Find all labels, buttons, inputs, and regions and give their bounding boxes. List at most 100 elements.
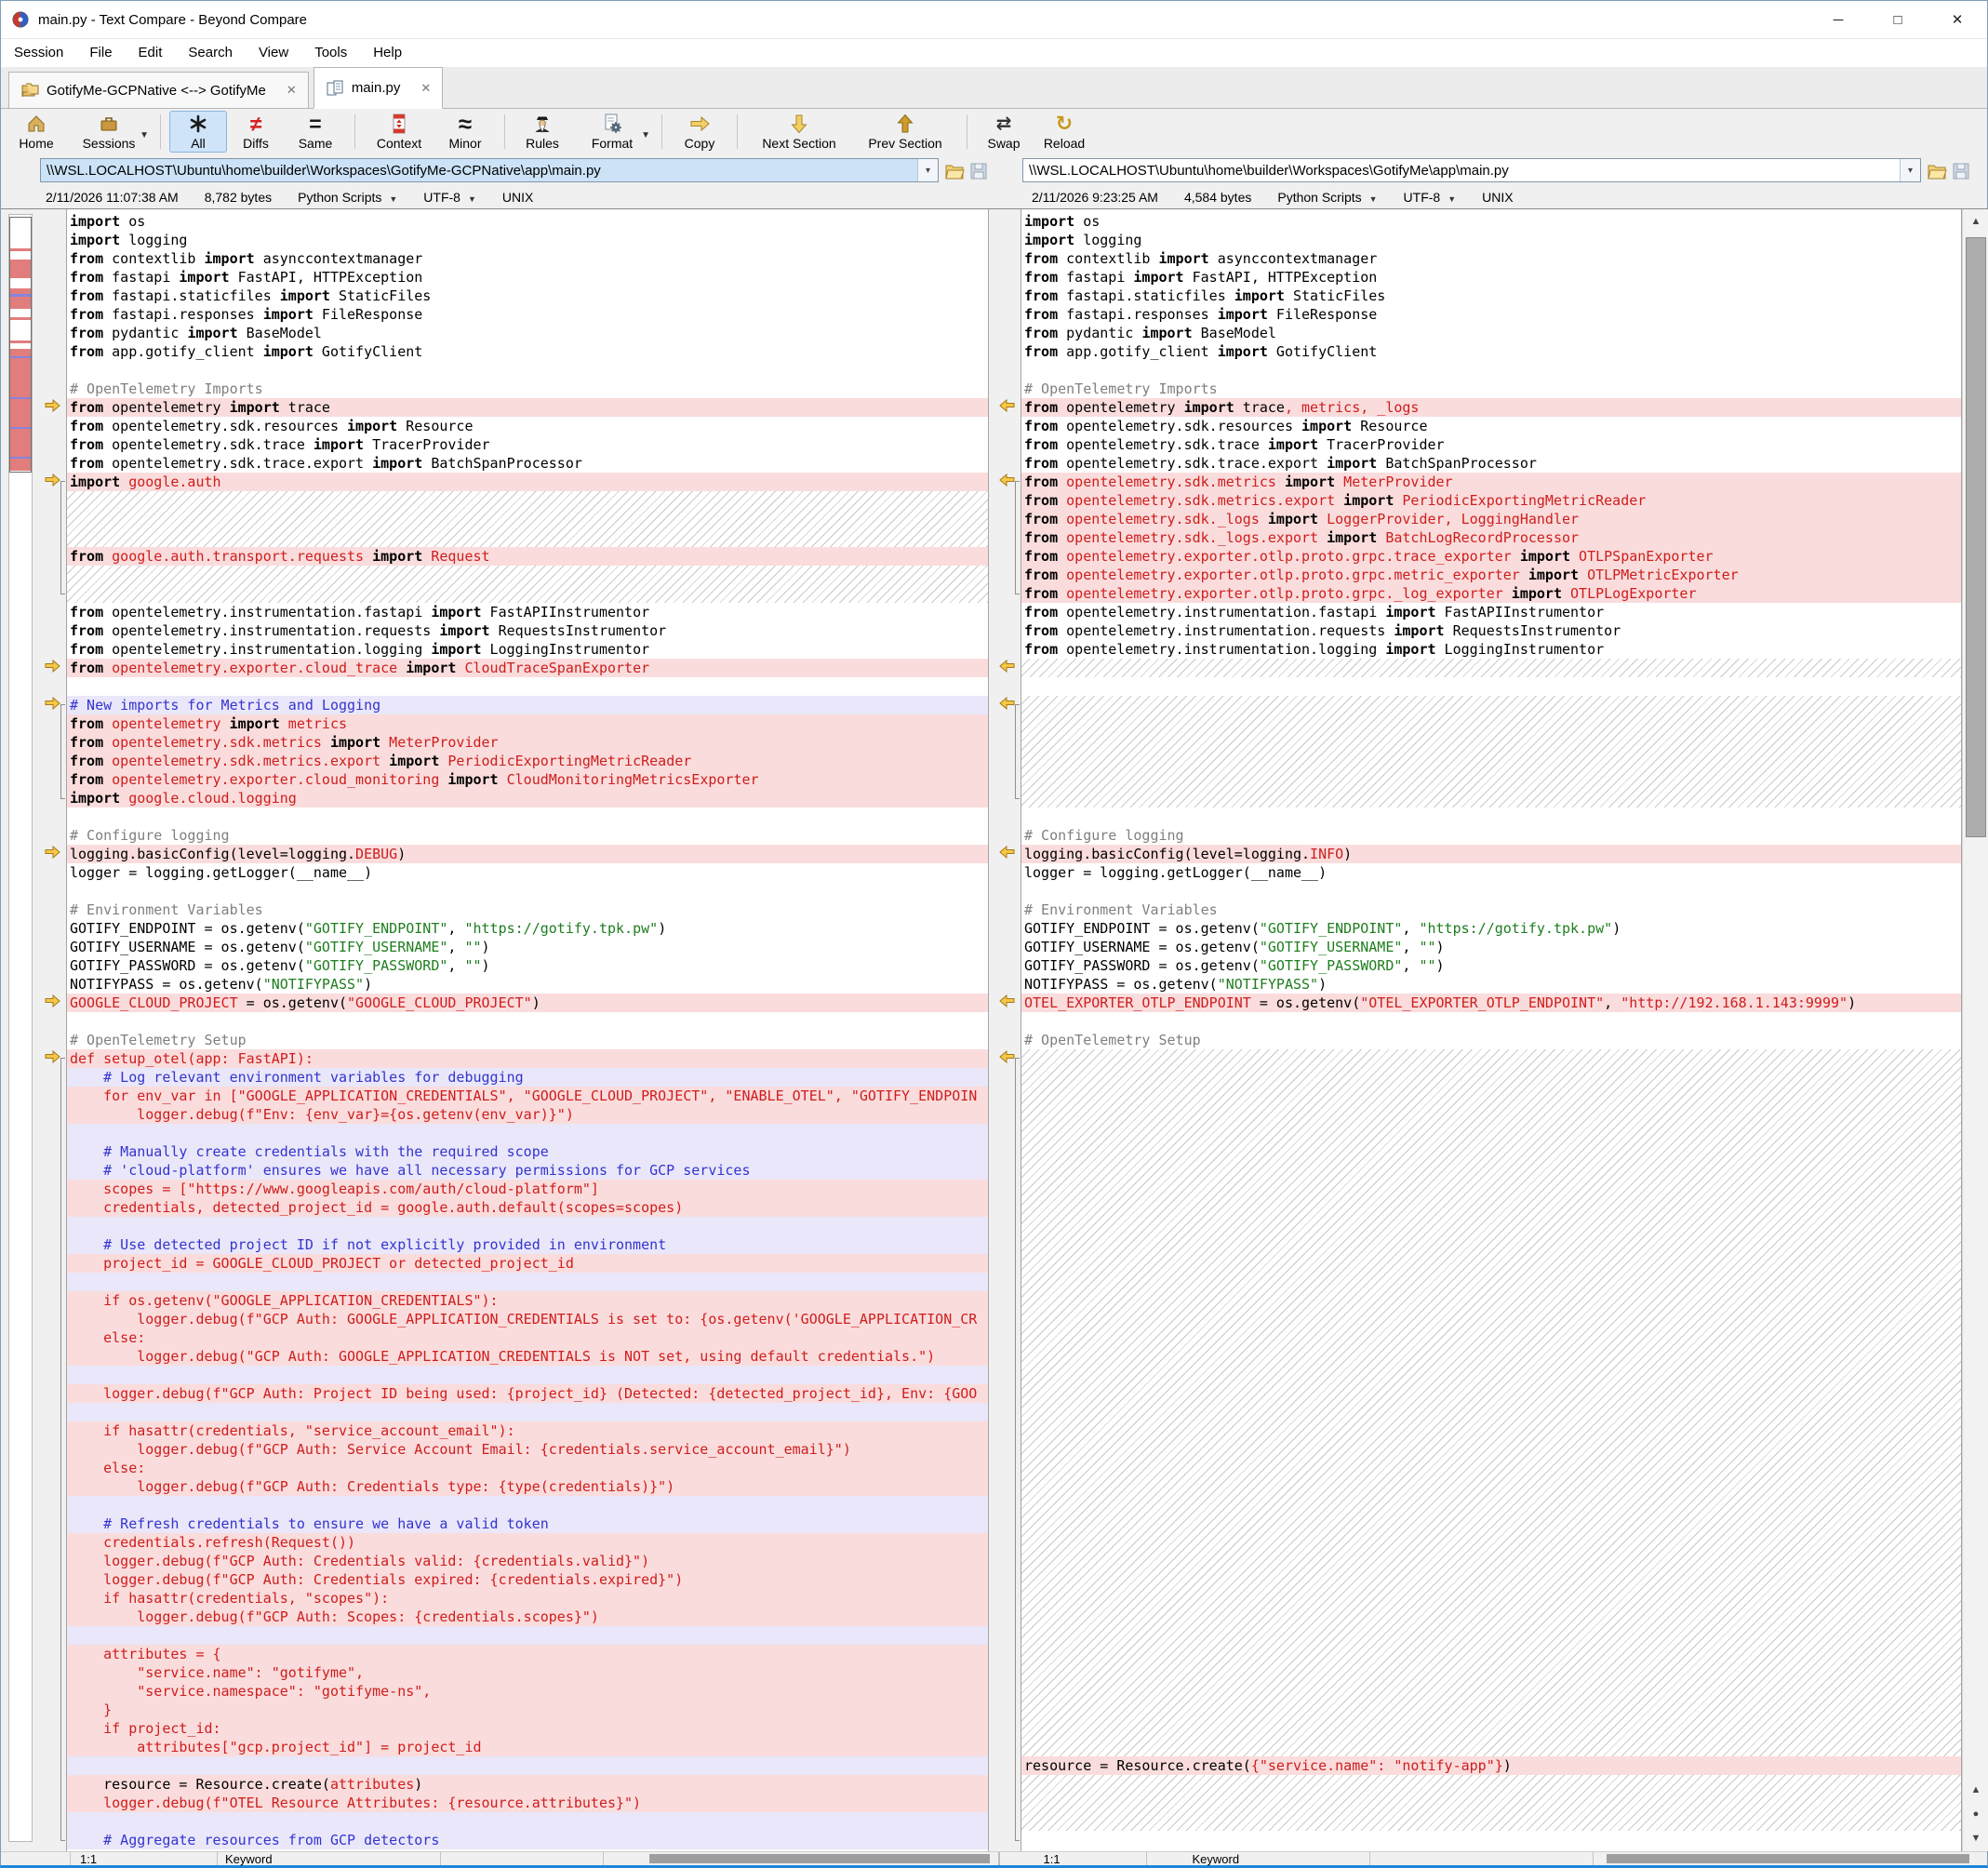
code-line[interactable]: from opentelemetry import trace xyxy=(67,398,988,417)
code-line[interactable]: from opentelemetry.sdk.trace import Trac… xyxy=(1021,435,1961,454)
tab-close-icon[interactable]: ✕ xyxy=(420,81,431,96)
code-line[interactable]: logger = logging.getLogger(__name__) xyxy=(1021,863,1961,882)
code-line[interactable]: attributes["gcp.project_id"] = project_i… xyxy=(67,1738,988,1756)
code-line[interactable]: logger.debug(f"GCP Auth: Credentials exp… xyxy=(67,1570,988,1589)
center-difference-icon[interactable]: ● xyxy=(1963,1802,1988,1826)
code-line[interactable] xyxy=(67,807,988,826)
code-line[interactable]: from opentelemetry.sdk.trace.export impo… xyxy=(1021,454,1961,473)
tab-close-icon[interactable]: ✕ xyxy=(287,83,297,98)
code-line[interactable]: logger.debug(f"GCP Auth: Service Account… xyxy=(67,1440,988,1459)
code-line[interactable]: from opentelemetry.sdk.metrics.export im… xyxy=(1021,491,1961,510)
code-line[interactable]: # OpenTelemetry Setup xyxy=(67,1031,988,1049)
code-line[interactable]: from opentelemetry.exporter.otlp.proto.g… xyxy=(1021,566,1961,584)
diff-map[interactable] xyxy=(8,214,33,1842)
right-browse-folder-icon[interactable] xyxy=(1925,159,1948,182)
diff-map-mark[interactable] xyxy=(10,317,31,320)
menu-item-help[interactable]: Help xyxy=(360,39,415,67)
code-line[interactable]: GOOGLE_CLOUD_PROJECT = os.getenv("GOOGLE… xyxy=(67,994,988,1012)
right-code[interactable]: import osimport loggingfrom contextlib i… xyxy=(1021,209,1962,1851)
diff-map-mark[interactable] xyxy=(10,399,31,427)
code-line[interactable]: from opentelemetry import trace, metrics… xyxy=(1021,398,1961,417)
code-line[interactable]: from opentelemetry.exporter.otlp.proto.g… xyxy=(1021,547,1961,566)
code-line[interactable]: from opentelemetry.sdk.metrics.export im… xyxy=(67,752,988,770)
code-line[interactable] xyxy=(67,1403,988,1421)
code-line[interactable] xyxy=(67,1012,988,1031)
code-line[interactable]: NOTIFYPASS = os.getenv("NOTIFYPASS") xyxy=(1021,975,1961,994)
right-encoding-select[interactable]: UTF-8▼ xyxy=(1404,190,1457,205)
diff-map-mark[interactable] xyxy=(10,349,31,356)
copy-section-right-arrow-icon[interactable] xyxy=(45,846,60,863)
code-line[interactable]: for env_var in ["GOOGLE_APPLICATION_CRED… xyxy=(67,1087,988,1105)
code-line[interactable]: from opentelemetry.sdk.metrics import Me… xyxy=(1021,473,1961,491)
minor-button[interactable]: ≈Minor xyxy=(434,111,496,153)
code-line[interactable] xyxy=(1021,807,1961,826)
code-line[interactable] xyxy=(67,1273,988,1291)
code-line[interactable]: from opentelemetry.instrumentation.loggi… xyxy=(67,640,988,659)
scroll-up-icon[interactable]: ▲ xyxy=(1963,209,1988,234)
code-line[interactable] xyxy=(1021,361,1961,380)
code-line[interactable]: # Aggregate resources from GCP detectors xyxy=(67,1831,988,1849)
code-line[interactable]: from contextlib import asynccontextmanag… xyxy=(67,249,988,268)
code-line[interactable]: def setup_otel(app: FastAPI): xyxy=(67,1049,988,1068)
code-line[interactable] xyxy=(1021,677,1961,696)
code-line[interactable]: else: xyxy=(67,1459,988,1477)
code-line[interactable]: # Log relevant environment variables for… xyxy=(67,1068,988,1087)
code-line[interactable]: from opentelemetry.instrumentation.reque… xyxy=(67,621,988,640)
code-line[interactable]: # Configure logging xyxy=(1021,826,1961,845)
code-line[interactable]: from fastapi import FastAPI, HTTPExcepti… xyxy=(67,268,988,287)
code-line[interactable]: scopes = ["https://www.googleapis.com/au… xyxy=(67,1180,988,1198)
diff-map-mark[interactable] xyxy=(10,297,31,309)
code-line[interactable] xyxy=(67,1496,988,1514)
left-format-select[interactable]: Python Scripts▼ xyxy=(298,190,397,205)
code-line[interactable]: import logging xyxy=(1021,231,1961,249)
code-line[interactable]: GOTIFY_ENDPOINT = os.getenv("GOTIFY_ENDP… xyxy=(67,919,988,938)
code-line[interactable]: from pydantic import BaseModel xyxy=(67,324,988,342)
copy-section-left-arrow-icon[interactable] xyxy=(999,846,1015,863)
copy-section-right-arrow-icon[interactable] xyxy=(45,697,60,714)
code-line[interactable]: # Refresh credentials to ensure we have … xyxy=(67,1514,988,1533)
left-save-icon[interactable] xyxy=(967,159,990,182)
swap-button[interactable]: ⇄Swap xyxy=(976,111,1032,153)
code-line[interactable]: from google.auth.transport.requests impo… xyxy=(67,547,988,566)
code-line[interactable]: GOTIFY_PASSWORD = os.getenv("GOTIFY_PASS… xyxy=(1021,956,1961,975)
code-line[interactable]: "service.namespace": "gotifyme-ns", xyxy=(67,1682,988,1701)
code-line[interactable] xyxy=(67,677,988,696)
code-line[interactable]: from opentelemetry.exporter.cloud_trace … xyxy=(67,659,988,677)
copy-section-left-arrow-icon[interactable] xyxy=(999,660,1015,677)
diff-map-mark[interactable] xyxy=(10,340,31,343)
menu-item-edit[interactable]: Edit xyxy=(126,39,176,67)
code-line[interactable]: from app.gotify_client import GotifyClie… xyxy=(1021,342,1961,361)
minimize-button[interactable]: ─ xyxy=(1808,1,1868,38)
code-line[interactable]: # OpenTelemetry Imports xyxy=(1021,380,1961,398)
code-line[interactable] xyxy=(67,1626,988,1645)
code-line[interactable]: from opentelemetry.sdk.resources import … xyxy=(67,417,988,435)
code-line[interactable]: logger.debug(f"OTEL Resource Attributes:… xyxy=(67,1794,988,1812)
code-line[interactable]: from opentelemetry.instrumentation.reque… xyxy=(1021,621,1961,640)
code-line[interactable]: # Environment Variables xyxy=(1021,901,1961,919)
code-line[interactable]: from opentelemetry.sdk._logs.export impo… xyxy=(1021,528,1961,547)
code-line[interactable] xyxy=(67,1217,988,1235)
code-line[interactable]: logger = logging.getLogger(__name__) xyxy=(67,863,988,882)
code-line[interactable]: GOTIFY_PASSWORD = os.getenv("GOTIFY_PASS… xyxy=(67,956,988,975)
code-line[interactable]: # 'cloud-platform' ensures we have all n… xyxy=(67,1161,988,1180)
diffs-button[interactable]: ≠Diffs xyxy=(227,111,285,153)
left-hscrollbar[interactable] xyxy=(604,1852,998,1865)
menu-item-session[interactable]: Session xyxy=(1,39,76,67)
next-difference-icon[interactable]: ▼ xyxy=(1963,1826,1988,1850)
code-line[interactable]: "service.name": "gotifyme", xyxy=(67,1663,988,1682)
code-line[interactable] xyxy=(67,361,988,380)
tab-main-py[interactable]: main.py✕ xyxy=(314,67,443,109)
code-line[interactable]: attributes = { xyxy=(67,1645,988,1663)
code-line[interactable]: from opentelemetry.sdk.resources import … xyxy=(1021,417,1961,435)
code-line[interactable]: logger.debug(f"GCP Auth: GOOGLE_APPLICAT… xyxy=(67,1310,988,1328)
code-line[interactable]: from app.gotify_client import GotifyClie… xyxy=(67,342,988,361)
menu-item-search[interactable]: Search xyxy=(175,39,246,67)
all-button[interactable]: All xyxy=(169,111,227,153)
code-line[interactable]: if project_id: xyxy=(67,1719,988,1738)
code-line[interactable]: from opentelemetry.sdk.trace.export impo… xyxy=(67,454,988,473)
right-path-input[interactable]: \\WSL.LOCALHOST\Ubuntu\home\builder\Work… xyxy=(1022,158,1921,182)
copy-section-left-arrow-icon[interactable] xyxy=(999,697,1015,714)
code-line[interactable]: import os xyxy=(1021,212,1961,231)
code-line[interactable]: logger.debug(f"GCP Auth: Project ID bein… xyxy=(67,1384,988,1403)
prev-difference-icon[interactable]: ▲ xyxy=(1963,1778,1988,1802)
